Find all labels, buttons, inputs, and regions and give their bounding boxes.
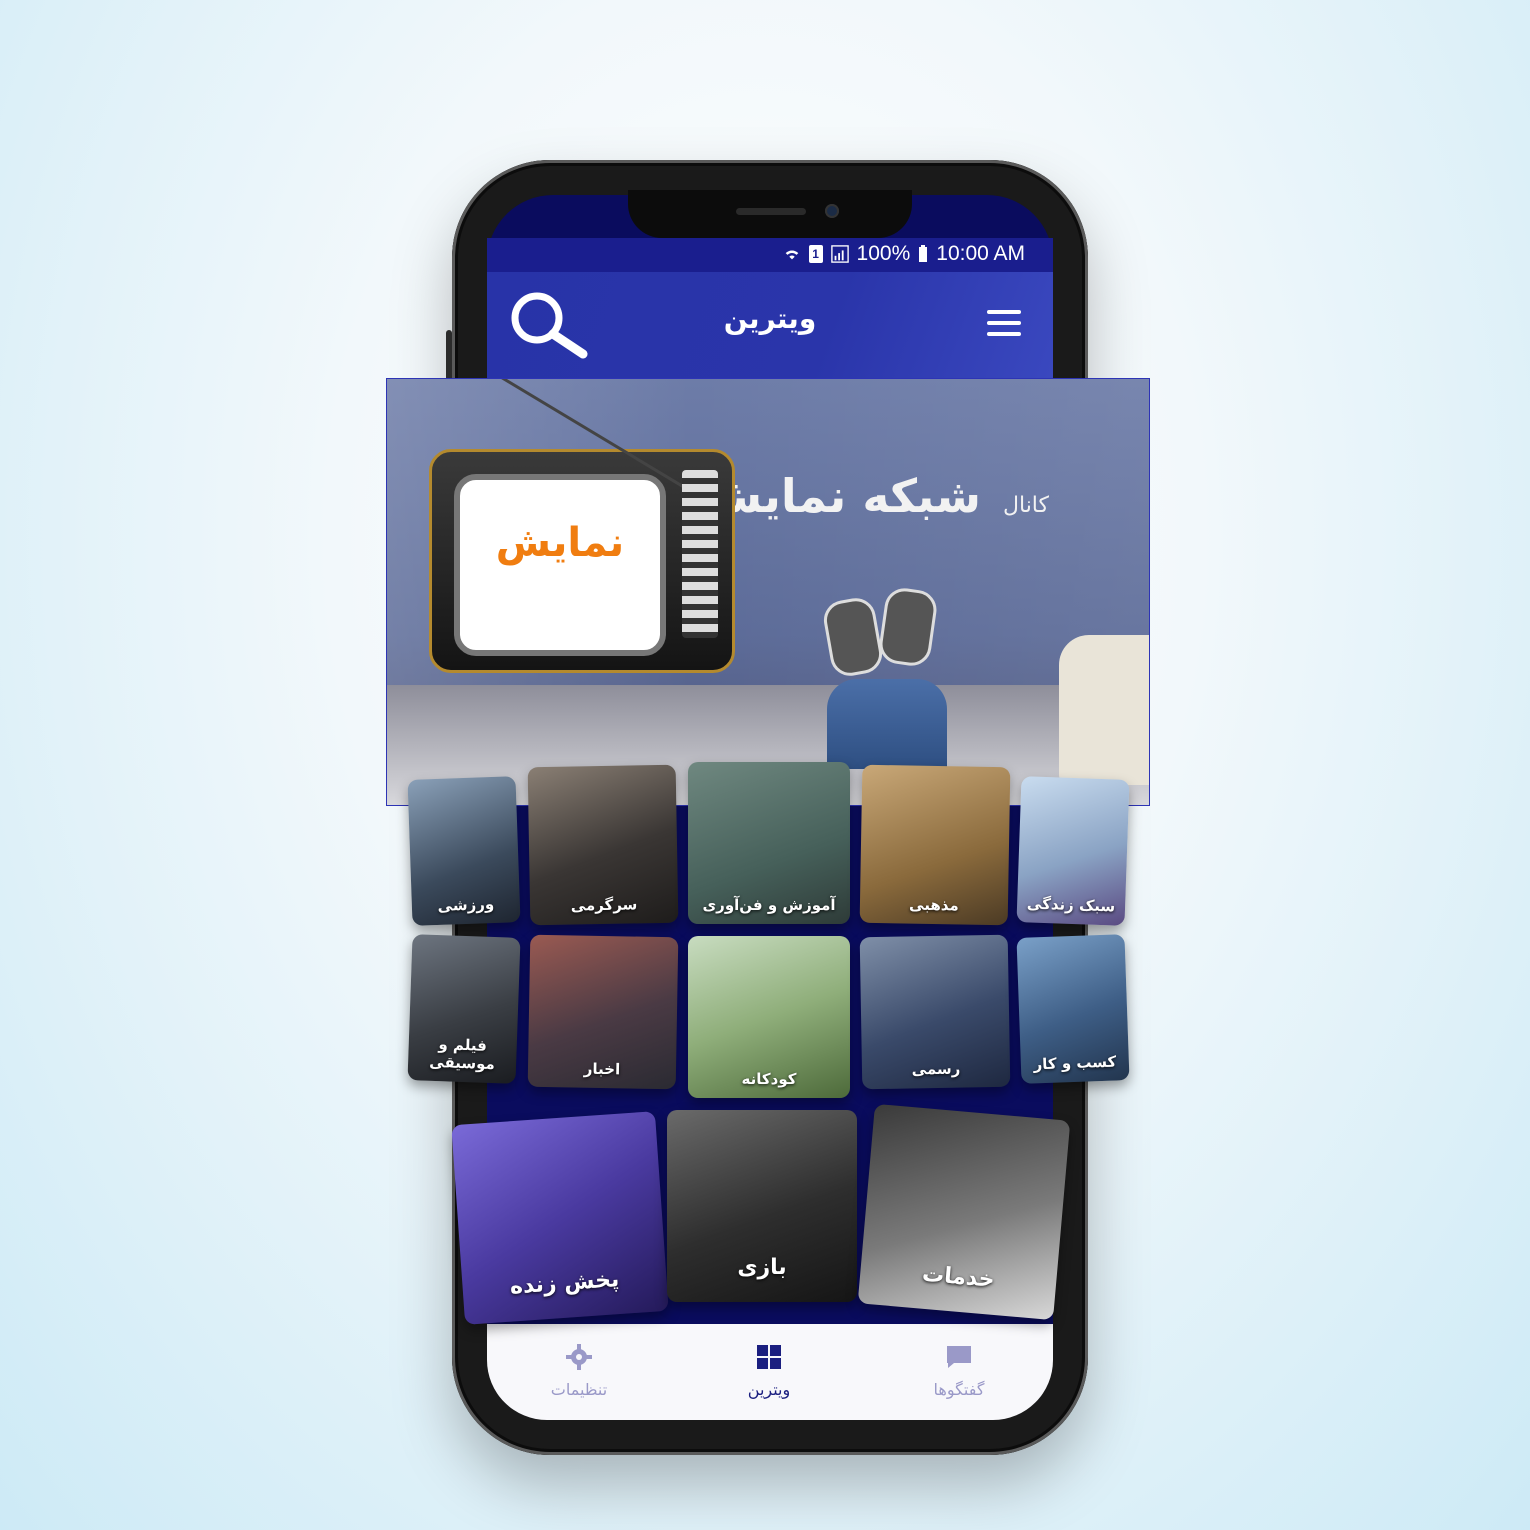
tv-control-panel: [682, 470, 718, 638]
tab-label: گفتگوها: [933, 1380, 985, 1399]
status-bar: 1 100% 10:00 AM: [487, 238, 1053, 272]
bottom-nav: تنظیمات ویترین گفتگوها: [487, 1324, 1053, 1420]
tab-chats[interactable]: گفتگوها: [899, 1344, 1019, 1399]
tab-showcase[interactable]: ویترین: [709, 1344, 829, 1399]
category-tile-live[interactable]: پخش زنده: [451, 1111, 669, 1325]
camera: [825, 204, 839, 218]
banner-feet: [820, 585, 940, 759]
hero-banner[interactable]: کانال شبکه نمایش نمایش: [386, 378, 1150, 806]
sim-icon: 1: [808, 245, 823, 263]
tab-label: ویترین: [747, 1380, 791, 1399]
tile-label: بازی: [737, 1255, 787, 1280]
tile-label: کسب و کار: [1033, 1052, 1117, 1074]
category-tile-official[interactable]: رسمی: [859, 934, 1011, 1090]
tab-settings[interactable]: تنظیمات: [519, 1344, 639, 1399]
tab-label: تنظیمات: [550, 1380, 608, 1399]
tile-label: کودکانه: [741, 1070, 797, 1088]
tile-label: پخش زنده: [509, 1267, 621, 1300]
category-tile-music[interactable]: فیلم و موسیقی: [407, 934, 521, 1084]
category-tile-lifestyle[interactable]: سبک زندگی: [1016, 776, 1130, 926]
gear-icon: [566, 1344, 592, 1370]
wifi-icon: [785, 250, 798, 260]
clock: 10:00 AM: [936, 242, 1025, 265]
grid-icon: [757, 1345, 781, 1369]
banner-title-text: شبکه نمایش: [698, 469, 981, 523]
category-tile-entertainment[interactable]: سرگرمی: [527, 764, 679, 926]
page-title: ویترین: [723, 302, 817, 335]
tv-logo: نمایش: [495, 520, 625, 566]
category-tile-education[interactable]: آموزش و فن‌آوری: [688, 762, 850, 924]
tile-label: رسمی: [911, 1059, 961, 1079]
signal-icon: [830, 245, 849, 263]
tv-image: نمایش: [429, 379, 735, 673]
tile-label: اخبار: [583, 1059, 621, 1079]
tile-label: مذهبی: [908, 895, 959, 915]
tile-label: آموزش و فن‌آوری: [702, 896, 836, 914]
banner-sofa: [1059, 635, 1149, 785]
banner-title: کانال شبکه نمایش: [699, 469, 1049, 523]
category-tile-kids[interactable]: کودکانه: [688, 936, 850, 1098]
chat-icon: [947, 1346, 971, 1368]
tile-label: خدمات: [921, 1261, 996, 1293]
battery-percent: 100%: [856, 242, 911, 265]
category-tile-sport[interactable]: ورزشی: [407, 776, 521, 926]
tile-label: سرگرمی: [570, 895, 638, 915]
tile-label: سبک زندگی: [1026, 894, 1116, 916]
tile-label: ورزشی: [437, 894, 495, 915]
category-tile-game[interactable]: بازی: [667, 1110, 857, 1302]
battery-icon: [919, 245, 928, 262]
tile-label: فیلم و موسیقی: [429, 1035, 496, 1074]
category-tile-religious[interactable]: مذهبی: [859, 764, 1011, 926]
tv-screen: نمایش: [454, 474, 666, 656]
category-tile-services[interactable]: خدمات: [857, 1103, 1071, 1321]
category-tile-business[interactable]: کسب و کار: [1016, 934, 1130, 1084]
banner-prefix: کانال: [1003, 493, 1049, 518]
app-bar: ویترین: [487, 272, 1053, 380]
speaker: [736, 208, 806, 215]
menu-icon[interactable]: [987, 310, 1021, 338]
category-tile-news[interactable]: اخبار: [527, 934, 679, 1090]
